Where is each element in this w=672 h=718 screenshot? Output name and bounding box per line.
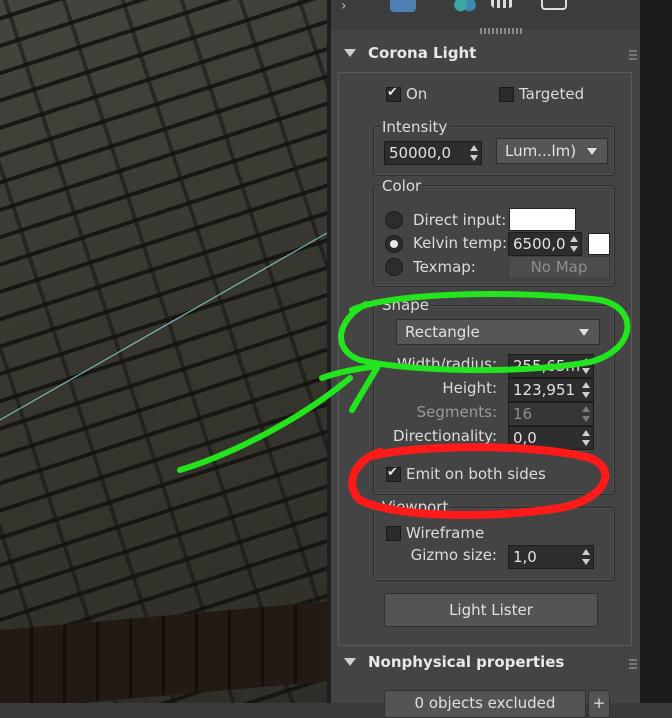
intensity-value: 50000,0 <box>389 144 452 162</box>
spinner-arrows-icon[interactable] <box>581 548 591 566</box>
shape-type-value: Rectangle <box>405 323 480 341</box>
light-lister-button[interactable]: Light Lister <box>384 593 598 627</box>
kelvin-color-swatch <box>588 233 610 255</box>
objects-excluded-button[interactable]: 0 objects excluded <box>384 690 586 718</box>
shape-group-title: Shape <box>380 296 431 314</box>
rollout-title: Nonphysical properties <box>368 653 565 671</box>
spinner-arrows-icon[interactable] <box>581 429 591 447</box>
rollout-collapse-icon <box>344 49 356 57</box>
rollout-collapse-icon <box>344 658 356 666</box>
intensity-spinner[interactable]: 50000,0 <box>384 141 482 165</box>
nonphysical-rollout-header[interactable]: Nonphysical properties <box>338 653 564 677</box>
on-label: On <box>406 85 428 103</box>
segments-spinner[interactable]: 16 <box>508 402 594 426</box>
rollout-title: Corona Light <box>368 44 477 62</box>
height-value: 123,951 <box>513 381 576 399</box>
height-label: Height: <box>442 379 497 397</box>
intensity-unit-value: Lum...lm) <box>505 142 577 160</box>
viewport-group-title: Viewport <box>380 498 451 516</box>
width-radius-label: Width/radius: <box>396 355 497 373</box>
gizmo-size-value: 1,0 <box>513 548 537 566</box>
emit-both-sides-label: Emit on both sides <box>406 465 546 483</box>
chevron-down-icon <box>579 329 589 336</box>
motion-tab-icon[interactable] <box>491 0 513 8</box>
gizmo-size-label: Gizmo size: <box>410 546 497 564</box>
kelvin-temp-value: 6500,0 <box>513 235 566 253</box>
width-radius-value: 255,65m <box>513 357 579 375</box>
viewport[interactable] <box>0 0 327 703</box>
directionality-spinner[interactable]: 0,0 <box>508 426 594 450</box>
add-exclusion-button[interactable]: + <box>588 690 610 718</box>
spinner-arrows-icon[interactable] <box>581 405 591 423</box>
height-spinner[interactable]: 123,951 <box>508 378 594 402</box>
wireframe-checkbox[interactable] <box>386 526 401 541</box>
chevron-down-icon <box>587 148 597 155</box>
segments-label: Segments: <box>416 403 497 421</box>
viewport-group <box>373 507 615 581</box>
kelvin-temp-radio[interactable] <box>385 235 403 253</box>
texmap-label: Texmap: <box>413 258 476 276</box>
directionality-label: Directionality: <box>392 427 497 445</box>
spinner-arrows-icon[interactable] <box>569 235 579 253</box>
spinner-arrows-icon[interactable] <box>469 144 479 162</box>
panel-splitter[interactable] <box>480 28 524 34</box>
spinner-arrows-icon[interactable] <box>581 381 591 399</box>
direct-input-label: Direct input: <box>413 211 507 229</box>
viewport-guide-line <box>0 232 327 421</box>
kelvin-temp-label: Kelvin temp: <box>413 234 508 252</box>
hierarchy-tab-icon[interactable] <box>454 0 476 12</box>
panel-scrollbar[interactable] <box>640 0 672 703</box>
rollout-grip-icon[interactable] <box>629 657 637 669</box>
direct-input-color-swatch[interactable] <box>509 208 576 231</box>
segments-value: 16 <box>513 405 533 423</box>
kelvin-temp-spinner[interactable]: 6500,0 <box>508 232 582 256</box>
corona-light-rollout-header[interactable]: Corona Light <box>338 44 476 68</box>
gizmo-size-spinner[interactable]: 1,0 <box>508 545 594 569</box>
texmap-no-map-button[interactable]: No Map <box>508 256 610 279</box>
spinner-arrows-icon[interactable] <box>581 357 591 375</box>
directionality-value: 0,0 <box>513 429 537 447</box>
direct-input-radio[interactable] <box>385 211 403 229</box>
intensity-group-title: Intensity <box>380 118 450 136</box>
targeted-checkbox[interactable] <box>499 87 514 102</box>
shape-type-dropdown[interactable]: Rectangle <box>396 319 600 345</box>
width-radius-spinner[interactable]: 255,65m <box>508 354 594 378</box>
modify-tab-icon[interactable] <box>390 0 416 12</box>
wireframe-label: Wireframe <box>406 524 485 542</box>
command-panel-tabs: › <box>331 0 640 30</box>
targeted-label: Targeted <box>519 85 585 103</box>
display-tab-icon[interactable] <box>541 0 567 10</box>
on-checkbox[interactable] <box>386 85 401 102</box>
color-group-title: Color <box>380 177 424 195</box>
intensity-unit-dropdown[interactable]: Lum...lm) <box>496 138 608 164</box>
rollout-grip-icon[interactable] <box>629 48 637 60</box>
texmap-radio[interactable] <box>385 258 403 276</box>
emit-both-sides-checkbox[interactable] <box>386 465 401 482</box>
collapse-arrow-icon[interactable]: › <box>341 0 347 14</box>
